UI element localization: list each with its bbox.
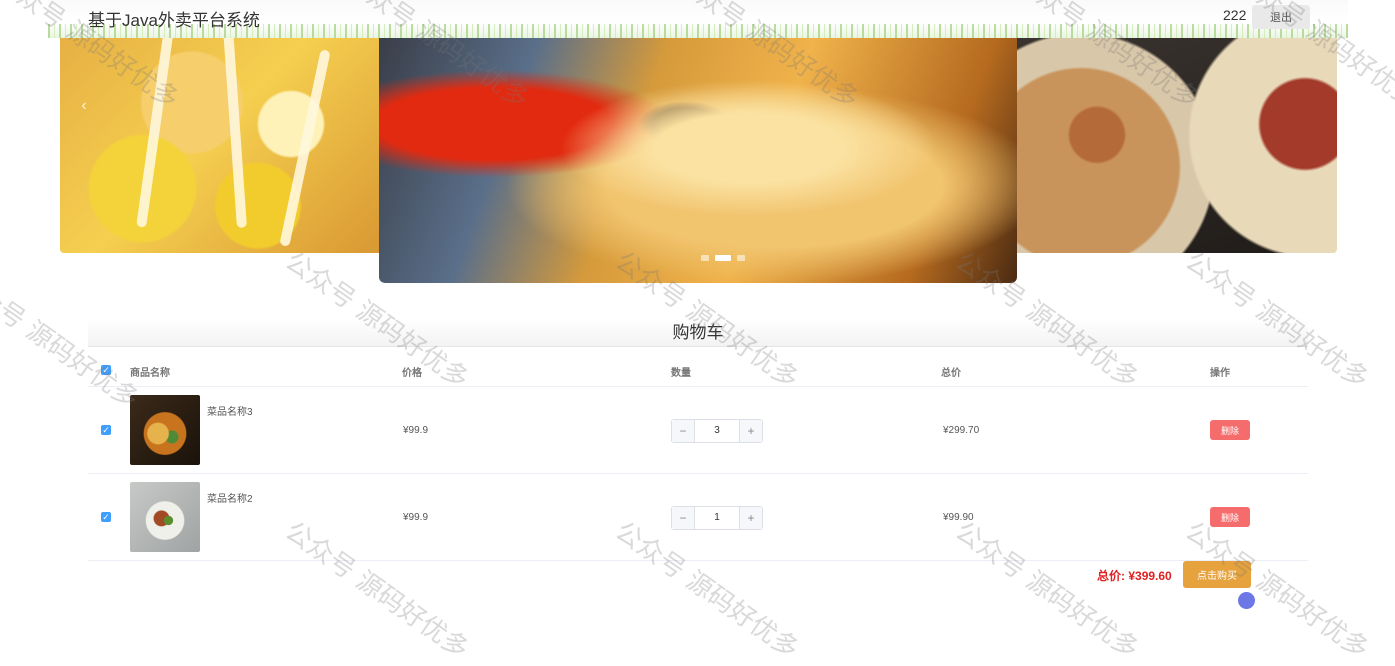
carousel-dot-active[interactable] bbox=[715, 255, 731, 261]
quantity-stepper: − 1 + bbox=[671, 506, 763, 530]
cart-total: 总价: ¥399.60 bbox=[1097, 567, 1172, 584]
sauce-decoration bbox=[136, 38, 174, 228]
buy-button[interactable]: 点击购买 bbox=[1183, 561, 1251, 588]
logout-button[interactable]: 退出 bbox=[1252, 5, 1310, 29]
carousel-slide-active[interactable] bbox=[379, 38, 1017, 283]
table-row: ✓ 菜品名称3 ¥99.9 − 3 + ¥299.70 删除 bbox=[88, 387, 1308, 474]
site-title: 基于Java外卖平台系统 bbox=[88, 11, 260, 30]
cart-title: 购物车 bbox=[88, 318, 1308, 347]
cart-table: ✓ 商品名称 价格 数量 总价 操作 ✓ 菜品名称3 ¥99.9 − 3 + ¥… bbox=[88, 352, 1308, 561]
column-header-quantity: 数量 bbox=[671, 368, 691, 379]
dish-name: 菜品名称3 bbox=[207, 407, 253, 418]
dish-price: ¥99.9 bbox=[403, 425, 429, 436]
delete-button[interactable]: 删除 bbox=[1210, 507, 1250, 527]
sauce-decoration bbox=[223, 38, 247, 229]
dish-thumbnail bbox=[130, 395, 200, 465]
cursor-indicator bbox=[1238, 592, 1255, 609]
carousel-dot[interactable] bbox=[737, 255, 745, 261]
quantity-input[interactable]: 1 bbox=[695, 507, 739, 529]
row-total: ¥99.90 bbox=[943, 512, 974, 523]
dish-name: 菜品名称2 bbox=[207, 494, 253, 505]
dish-price: ¥99.9 bbox=[403, 512, 429, 523]
column-header-actions: 操作 bbox=[1210, 368, 1230, 379]
username-label: 222 bbox=[1223, 7, 1247, 23]
column-header-name: 商品名称 bbox=[130, 368, 170, 379]
table-row: ✓ 菜品名称2 ¥99.9 − 1 + ¥99.90 删除 bbox=[88, 474, 1308, 561]
carousel-indicators bbox=[701, 255, 745, 261]
decrement-button[interactable]: − bbox=[672, 420, 695, 442]
quantity-stepper: − 3 + bbox=[671, 419, 763, 443]
table-header-row: ✓ 商品名称 价格 数量 总价 操作 bbox=[88, 352, 1308, 387]
total-label: 总价: bbox=[1097, 569, 1125, 583]
dish-thumbnail bbox=[130, 482, 200, 552]
increment-button[interactable]: + bbox=[739, 507, 762, 529]
carousel-slide-next[interactable] bbox=[1017, 38, 1337, 253]
sauce-decoration bbox=[279, 49, 331, 247]
select-all-checkbox[interactable]: ✓ bbox=[101, 365, 111, 375]
chevron-left-icon[interactable]: ‹ bbox=[76, 96, 92, 116]
decrement-button[interactable]: − bbox=[672, 507, 695, 529]
row-checkbox[interactable]: ✓ bbox=[101, 512, 111, 522]
column-header-price: 价格 bbox=[402, 368, 422, 379]
row-checkbox[interactable]: ✓ bbox=[101, 425, 111, 435]
carousel-slide-prev[interactable] bbox=[60, 38, 390, 253]
total-value: ¥399.60 bbox=[1128, 569, 1172, 583]
column-header-total: 总价 bbox=[941, 368, 961, 379]
carousel-dot[interactable] bbox=[701, 255, 709, 261]
row-total: ¥299.70 bbox=[943, 425, 980, 436]
quantity-input[interactable]: 3 bbox=[695, 420, 739, 442]
delete-button[interactable]: 删除 bbox=[1210, 420, 1250, 440]
increment-button[interactable]: + bbox=[739, 420, 762, 442]
